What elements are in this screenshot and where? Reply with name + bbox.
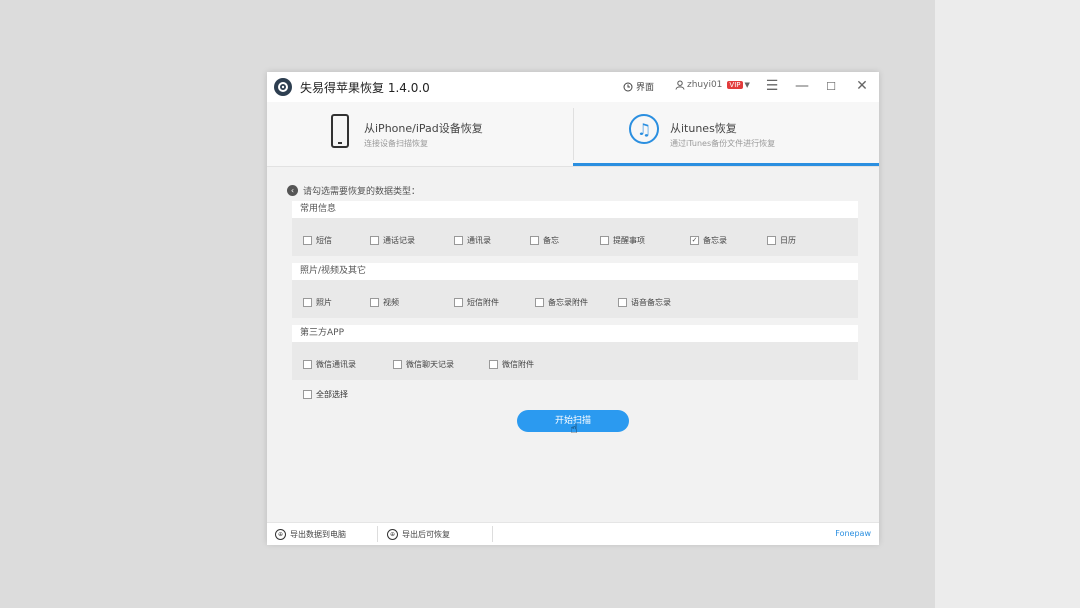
footer-divider: [492, 526, 493, 542]
checkbox-label: 通话记录: [383, 236, 415, 245]
checkbox-item[interactable]: 微信附件: [489, 359, 534, 370]
checkbox[interactable]: [303, 298, 312, 307]
checkbox-label: 短信: [316, 236, 332, 245]
checkbox-label: 日历: [780, 236, 796, 245]
app-title: 失易得苹果恢复 1.4.0.0: [300, 81, 430, 95]
checkbox-item[interactable]: ✓ 备忘录: [690, 235, 727, 246]
select-all-label: 全部选择: [316, 390, 348, 399]
section-header: 常用信息: [292, 201, 858, 218]
checkbox[interactable]: [303, 360, 312, 369]
checkbox-item[interactable]: 通讯录: [454, 235, 491, 246]
back-arrow-icon[interactable]: ‹: [287, 185, 298, 196]
checkbox[interactable]: [530, 236, 539, 245]
checkbox[interactable]: [370, 236, 379, 245]
footer-left2-label: 导出后可恢复: [402, 530, 450, 539]
vip-badge: VIP: [727, 81, 743, 89]
app-window: 失易得苹果恢复 1.4.0.0 界面 zhuyi01 VIP ▼ ☰ — ☐ ✕…: [267, 72, 879, 545]
checkbox-item[interactable]: 照片: [303, 297, 332, 308]
checkbox-label: 微信附件: [502, 360, 534, 369]
checkbox[interactable]: [393, 360, 402, 369]
checkbox-item[interactable]: 提醒事项: [600, 235, 645, 246]
checkbox-label: 备忘录: [703, 236, 727, 245]
instruction-text: ‹ 请勾选需要恢复的数据类型：: [287, 184, 420, 197]
tab-itunes-recovery[interactable]: ♫ 从itunes恢复 通过iTunes备份文件进行恢复: [573, 102, 879, 166]
checkbox[interactable]: [767, 236, 776, 245]
footer-backup-button[interactable]: ⊕ 导出后可恢复: [387, 529, 450, 540]
user-name: zhuyi01: [687, 80, 723, 90]
maximize-button[interactable]: ☐: [823, 80, 839, 93]
checkbox[interactable]: [535, 298, 544, 307]
menu-icon[interactable]: ☰: [764, 78, 780, 94]
footer-export-button[interactable]: ⊕ 导出数据到电脑: [275, 529, 346, 540]
minimize-button[interactable]: —: [794, 78, 810, 94]
checkbox-item[interactable]: 备忘录附件: [535, 297, 588, 308]
tab-device-subtitle: 连接设备扫描恢复: [364, 139, 428, 148]
tab-device-title: 从iPhone/iPad设备恢复: [364, 122, 483, 135]
brand-link[interactable]: Fonepaw: [835, 529, 871, 538]
checkbox-label: 微信通讯录: [316, 360, 356, 369]
section-header: 照片/视频及其它: [292, 263, 858, 280]
checkbox[interactable]: [618, 298, 627, 307]
checkbox-label: 语音备忘录: [631, 298, 671, 307]
checkbox-item[interactable]: 通话记录: [370, 235, 415, 246]
checkbox[interactable]: [370, 298, 379, 307]
user-icon: [675, 80, 685, 90]
checkbox[interactable]: [600, 236, 609, 245]
section-photos-videos: 照片/视频及其它 照片 视频 短信附件 备忘录附件 语音备忘录: [292, 263, 858, 318]
section-third-party-app: 第三方APP 微信通讯录 微信聊天记录 微信附件: [292, 325, 858, 380]
tab-itunes-subtitle: 通过iTunes备份文件进行恢复: [670, 139, 776, 148]
mode-tabs: 从iPhone/iPad设备恢复 连接设备扫描恢复 ♫ 从itunes恢复 通过…: [267, 102, 879, 167]
backdrop: [935, 0, 1080, 608]
open-button[interactable]: 界面: [623, 80, 654, 93]
checkbox-item[interactable]: 微信聊天记录: [393, 359, 454, 370]
checkbox[interactable]: [454, 236, 463, 245]
checkbox[interactable]: [489, 360, 498, 369]
checkbox-label: 通讯录: [467, 236, 491, 245]
checkbox-label: 提醒事项: [613, 236, 645, 245]
checkbox[interactable]: [303, 236, 312, 245]
clock-icon: [623, 82, 633, 91]
checkbox-checked[interactable]: ✓: [690, 236, 699, 245]
checkbox-item[interactable]: 备忘: [530, 235, 559, 246]
checkbox-item[interactable]: 短信附件: [454, 297, 499, 308]
section-common-info: 常用信息 短信 通话记录 通讯录 备忘 提醒事项 ✓ 备忘录 日历: [292, 201, 858, 256]
footer-divider: [377, 526, 378, 542]
close-button[interactable]: ✕: [854, 78, 870, 94]
select-all-checkbox[interactable]: 全部选择: [303, 389, 348, 400]
user-menu[interactable]: zhuyi01 VIP ▼: [675, 80, 750, 90]
checkbox-label: 微信聊天记录: [406, 360, 454, 369]
checkbox-item[interactable]: 视频: [370, 297, 399, 308]
phone-icon: [331, 114, 349, 148]
hand-pointer-icon: ☝: [570, 422, 578, 437]
checkbox-label: 短信附件: [467, 298, 499, 307]
section-header: 第三方APP: [292, 325, 858, 342]
footer-left1-label: 导出数据到电脑: [290, 530, 346, 539]
chevron-down-icon: ▼: [744, 81, 750, 89]
open-label: 界面: [636, 83, 655, 93]
backup-icon: ⊕: [387, 529, 398, 540]
tab-itunes-title: 从itunes恢复: [670, 122, 737, 135]
checkbox-item[interactable]: 短信: [303, 235, 332, 246]
title-bar: 失易得苹果恢复 1.4.0.0 界面 zhuyi01 VIP ▼ ☰ — ☐ ✕: [267, 72, 879, 102]
checkbox-label: 备忘录附件: [548, 298, 588, 307]
checkbox-label: 备忘: [543, 236, 559, 245]
checkbox-label: 照片: [316, 298, 332, 307]
hint-label: 请勾选需要恢复的数据类型：: [303, 187, 421, 197]
tab-device-recovery[interactable]: 从iPhone/iPad设备恢复 连接设备扫描恢复: [267, 102, 573, 166]
checkbox-label: 视频: [383, 298, 399, 307]
footer-bar: ⊕ 导出数据到电脑 ⊕ 导出后可恢复 Fonepaw: [267, 522, 879, 545]
export-icon: ⊕: [275, 529, 286, 540]
checkbox[interactable]: [303, 390, 312, 399]
checkbox-item[interactable]: 日历: [767, 235, 796, 246]
checkbox-item[interactable]: 语音备忘录: [618, 297, 671, 308]
checkbox-item[interactable]: 微信通讯录: [303, 359, 356, 370]
app-logo-icon: [274, 78, 292, 96]
checkbox[interactable]: [454, 298, 463, 307]
itunes-music-icon: ♫: [629, 114, 659, 144]
